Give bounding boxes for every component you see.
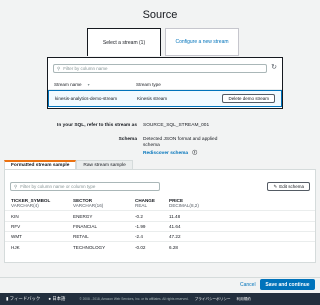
ticker-cell: HJK [11,244,20,250]
tab-raw-sample[interactable]: Raw stream sample [76,160,133,169]
sector-cell: TECHNOLOGY [73,244,106,250]
sample-table-header: TICKER_SYMBOL VARCHAR(4) SECTOR VARCHAR(16… [5,196,315,211]
select-stream-tab[interactable]: Select a stream (1) [87,28,161,56]
speech-bubble-icon: ▮ [6,296,9,301]
feedback-label: フィードバック [9,296,41,301]
language-selector[interactable]: ● 日本語 [48,296,65,302]
sector-cell: RETAIL [73,234,89,239]
column-stream-type[interactable]: Stream type [130,82,190,87]
column-sector[interactable]: SECTOR VARCHAR(16) [67,198,129,209]
column-change[interactable]: CHANGE REAL [129,198,163,209]
ticker-cell: WMT [11,234,22,239]
stream-table-header: Stream name ▾ Stream type [48,80,282,90]
header-name: TICKER_SYMBOL [11,197,51,203]
feedback-link[interactable]: ▮ フィードバック [6,296,40,302]
console-footer: ▮ フィードバック ● 日本語 © 2008 - 2018, Amazon We… [0,293,320,305]
table-row: HJK TECHNOLOGY -0.02 6.28 [5,242,315,252]
stream-table: Stream name ▾ Stream type kinesis-analyti… [48,80,282,107]
stream-picker: ⚲ Filter by column name ↻ Stream name ▾ S… [47,57,283,109]
actions-divider [0,277,320,278]
edit-schema-label: Edit schema [279,184,304,189]
stream-filter-input[interactable]: ⚲ Filter by column name [53,64,267,73]
price-cell: 11.48 [169,214,181,219]
sql-reference-value: SOURCE_SQL_STREAM_001 [143,123,210,128]
sample-filter-input[interactable]: ⚲ Filter by column name or column type [10,182,160,191]
stream-sample-panel: Formatted stream sample Raw stream sampl… [4,160,316,270]
price-cell: 41.64 [169,224,181,229]
table-row: RFV FINANCIAL -1.99 41.64 [5,222,315,232]
cancel-button[interactable]: Cancel [240,282,256,288]
sort-icon[interactable]: ▾ [88,82,90,87]
column-price[interactable]: PRICE DECIMAL(8,2) [163,198,223,209]
schema-value-line2: schema [143,143,160,148]
privacy-link[interactable]: プライバシーポリシー [195,297,231,302]
header-type: DECIMAL(8,2) [169,203,199,208]
language-label: 日本語 [52,296,66,301]
column-ticker-symbol[interactable]: TICKER_SYMBOL VARCHAR(4) [5,198,67,209]
rediscover-schema-link[interactable]: Rediscover schema ⓘ [143,149,197,156]
info-icon[interactable]: ⓘ [192,151,197,156]
header-name: PRICE [169,197,184,203]
stream-row[interactable]: kinesis-analytics-demo-stream Kinesis st… [48,90,282,107]
header-type: VARCHAR(16) [73,203,104,208]
column-stream-name[interactable]: Stream name [54,82,82,87]
schema-value-line1: Detected JSON format and applied [143,137,218,142]
search-icon: ⚲ [57,65,61,71]
header-name: SECTOR [73,197,93,203]
price-cell: 47.22 [169,234,181,239]
configure-new-stream-tab[interactable]: Configure a new stream [165,28,239,56]
change-cell: -0.02 [135,244,146,250]
globe-icon: ● [48,296,51,301]
schema-label: Schema [118,137,137,142]
refresh-icon[interactable]: ↻ [271,63,277,71]
sql-reference-label: In your SQL, refer to this stream as [57,123,137,128]
ticker-cell: KIN [11,214,19,219]
header-type: VARCHAR(4) [11,203,39,208]
save-and-continue-button[interactable]: Save and continue [260,279,315,290]
stream-type-cell: Kinesis stream [137,96,168,101]
change-cell: -0.2 [135,214,143,219]
table-row: WMT RETAIL -2.4 47.22 [5,232,315,242]
delete-demo-stream-button[interactable]: Delete demo stream [222,94,275,103]
header-name: CHANGE [135,197,155,203]
sample-filter-placeholder: Filter by column name or column type [20,184,96,189]
change-cell: -1.99 [135,224,146,229]
tab-formatted-sample[interactable]: Formatted stream sample [4,160,77,169]
stream-filter-placeholder: Filter by column name [63,66,108,71]
table-row: KIN ENERGY -0.2 11.48 [5,212,315,222]
edit-schema-button[interactable]: ✎ Edit schema [267,182,310,191]
stream-name-cell: kinesis-analytics-demo-stream [55,96,118,101]
change-cell: -2.4 [135,234,143,239]
search-icon: ⚲ [14,183,18,189]
copyright-text: © 2008 - 2018, Amazon Web Services, Inc.… [79,297,189,301]
ticker-cell: RFV [11,224,21,229]
terms-link[interactable]: 利用規約 [237,297,251,302]
price-cell: 6.28 [169,244,178,250]
rediscover-schema-label: Rediscover schema [143,151,189,156]
pencil-icon: ✎ [273,183,278,189]
header-type: REAL [135,203,148,208]
page-title: Source [142,9,178,21]
sector-cell: ENERGY [73,214,93,219]
sector-cell: FINANCIAL [73,224,97,229]
